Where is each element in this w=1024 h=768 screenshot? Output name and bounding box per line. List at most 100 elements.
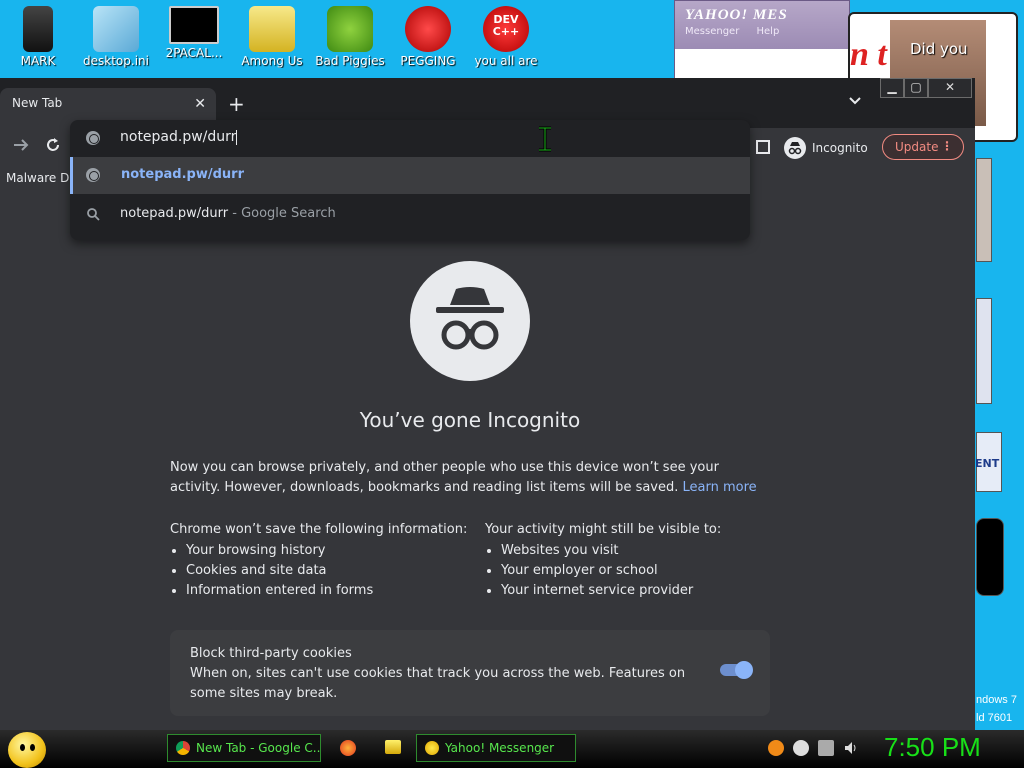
status-tray-icon[interactable]: [793, 740, 809, 756]
firefox-icon[interactable]: [340, 740, 356, 756]
desktop-icon-you-all-are[interactable]: DEV C++ you all are: [470, 6, 542, 68]
taskbar: New Tab - Google C... Yahoo! Messenger 7…: [0, 730, 1024, 768]
settings-file-icon: [93, 6, 139, 52]
desktop-icon-label: Among Us: [241, 54, 303, 68]
desktop-icon-pegging[interactable]: PEGGING: [392, 6, 464, 68]
incognito-icon: [784, 137, 806, 159]
taskbar-yahoo-button[interactable]: Yahoo! Messenger: [416, 734, 576, 762]
clock[interactable]: 7:50 PM: [884, 732, 981, 763]
desktop-image-fragment: ENT: [975, 432, 1002, 492]
list-item: Your employer or school: [501, 561, 721, 581]
partial-text: ENT: [975, 457, 1000, 470]
list-item: Your internet service provider: [501, 581, 721, 601]
poster-red-text: n t: [850, 36, 887, 73]
volume-icon[interactable]: [843, 740, 859, 756]
close-window-button[interactable]: ✕: [928, 78, 972, 98]
taskbar-button-label: Yahoo! Messenger: [445, 741, 555, 755]
yahoo-menu-help[interactable]: Help: [757, 26, 780, 37]
desktop-icon-among-us[interactable]: Among Us: [236, 6, 308, 68]
intro-text: Now you can browse privately, and other …: [170, 460, 719, 495]
yahoo-smiley-icon: [425, 741, 439, 755]
desktop-icon-2pacal[interactable]: 2PACAL...: [158, 6, 230, 60]
globe-icon: [86, 168, 100, 182]
more-vert-icon: ⋮: [941, 139, 953, 153]
suggestion-url[interactable]: notepad.pw/durr: [70, 157, 750, 194]
console-icon: [169, 6, 219, 44]
maximize-button[interactable]: ▢: [904, 78, 928, 98]
desktop-image-fragment: [976, 518, 1004, 596]
cookie-controls-card: Block third-party cookies When on, sites…: [170, 630, 770, 716]
start-button-smiley-icon[interactable]: [8, 732, 46, 768]
dev-cpp-icon-text: DEV C++: [492, 13, 520, 38]
poster-caption: Did you: [910, 40, 968, 58]
desktop-image-fragment: [976, 158, 992, 262]
still-visible-column: Your activity might still be visible to:…: [485, 522, 721, 601]
suggestion-text: notepad.pw/durr: [121, 167, 244, 182]
yahoo-messenger-window[interactable]: YAHOO! MES Messenger Help: [674, 0, 850, 80]
incognito-hero-icon: [410, 261, 530, 381]
windows-build-text: ld 7601: [976, 712, 1013, 724]
address-input-text[interactable]: notepad.pw/durr: [120, 129, 238, 145]
folder-icon: [249, 6, 295, 52]
wont-save-column: Chrome won’t save the following informat…: [170, 522, 467, 601]
tab-title: New Tab: [12, 96, 63, 110]
new-tab-button[interactable]: +: [228, 92, 245, 116]
update-button[interactable]: Update ⋮: [882, 134, 964, 160]
globe-icon: [86, 131, 100, 145]
desktop-icon-label: you all are: [474, 54, 538, 68]
list-item: Information entered in forms: [186, 581, 467, 601]
text-cursor-icon: [536, 126, 554, 152]
list-item: Websites you visit: [501, 541, 721, 561]
incognito-intro: Now you can browse privately, and other …: [170, 458, 770, 498]
side-panel-icon[interactable]: [756, 140, 770, 154]
desktop-icon-label: PEGGING: [400, 54, 456, 68]
chrome-icon: [176, 741, 190, 755]
p-logo-icon: [405, 6, 451, 52]
suggestion-text: notepad.pw/durr - Google Search: [120, 206, 336, 221]
desktop-icon-label: MARK: [20, 54, 56, 68]
desktop-icon-label: desktop.ini: [83, 54, 149, 68]
incognito-label: Incognito: [812, 141, 868, 155]
minimize-button[interactable]: ▁: [880, 78, 904, 98]
tab-search-chevron-icon[interactable]: [848, 94, 862, 110]
desktop-icon-mark[interactable]: MARK: [2, 6, 74, 68]
desktop-icon-desktop-ini[interactable]: desktop.ini: [80, 6, 152, 68]
suggestion-search[interactable]: notepad.pw/durr - Google Search: [70, 196, 750, 233]
desktop-icon-label: 2PACAL...: [165, 46, 223, 60]
update-label: Update: [895, 140, 939, 154]
reload-icon[interactable]: [44, 136, 62, 159]
desktop-icon-label: Bad Piggies: [315, 54, 385, 68]
text-caret: [236, 129, 238, 145]
block-cookies-toggle[interactable]: [720, 661, 753, 679]
toggle-knob: [735, 661, 753, 679]
search-tray-icon[interactable]: [768, 740, 784, 756]
address-bar[interactable]: notepad.pw/durr: [70, 120, 750, 156]
taskbar-chrome-button[interactable]: New Tab - Google C...: [167, 734, 321, 762]
close-tab-icon[interactable]: ✕: [194, 96, 206, 112]
yahoo-menu-messenger[interactable]: Messenger: [685, 26, 739, 37]
still-visible-title: Your activity might still be visible to:: [485, 522, 722, 537]
bookmark-item[interactable]: Malware Da: [6, 171, 77, 185]
forward-arrow-icon[interactable]: [12, 136, 30, 159]
page-heading: You’ve gone Incognito: [359, 408, 581, 432]
omnibox-dropdown: notepad.pw/durr notepad.pw/durr notepad.…: [70, 120, 750, 240]
learn-more-link[interactable]: Learn more: [683, 480, 757, 495]
network-tray-icon[interactable]: [818, 740, 834, 756]
incognito-indicator[interactable]: Incognito: [784, 134, 868, 162]
desktop-image-fragment: [976, 298, 992, 404]
yahoo-menu: Messenger Help: [675, 24, 849, 39]
search-icon: [86, 206, 100, 225]
cookie-card-title: Block third-party cookies: [190, 646, 352, 661]
dev-cpp-icon: DEV C++: [483, 6, 529, 52]
list-item: Your browsing history: [186, 541, 467, 561]
desktop-icon-bad-piggies[interactable]: Bad Piggies: [314, 6, 386, 68]
windows-version-text: ndows 7: [976, 694, 1017, 706]
file-explorer-icon[interactable]: [385, 740, 401, 754]
list-item: Cookies and site data: [186, 561, 467, 581]
yahoo-body: [675, 49, 849, 79]
cookie-card-body: When on, sites can't use cookies that tr…: [190, 666, 686, 701]
wont-save-title: Chrome won’t save the following informat…: [170, 522, 468, 537]
pig-icon: [327, 6, 373, 52]
yahoo-title: YAHOO! MES: [685, 7, 788, 23]
user-folder-icon: [23, 6, 53, 52]
